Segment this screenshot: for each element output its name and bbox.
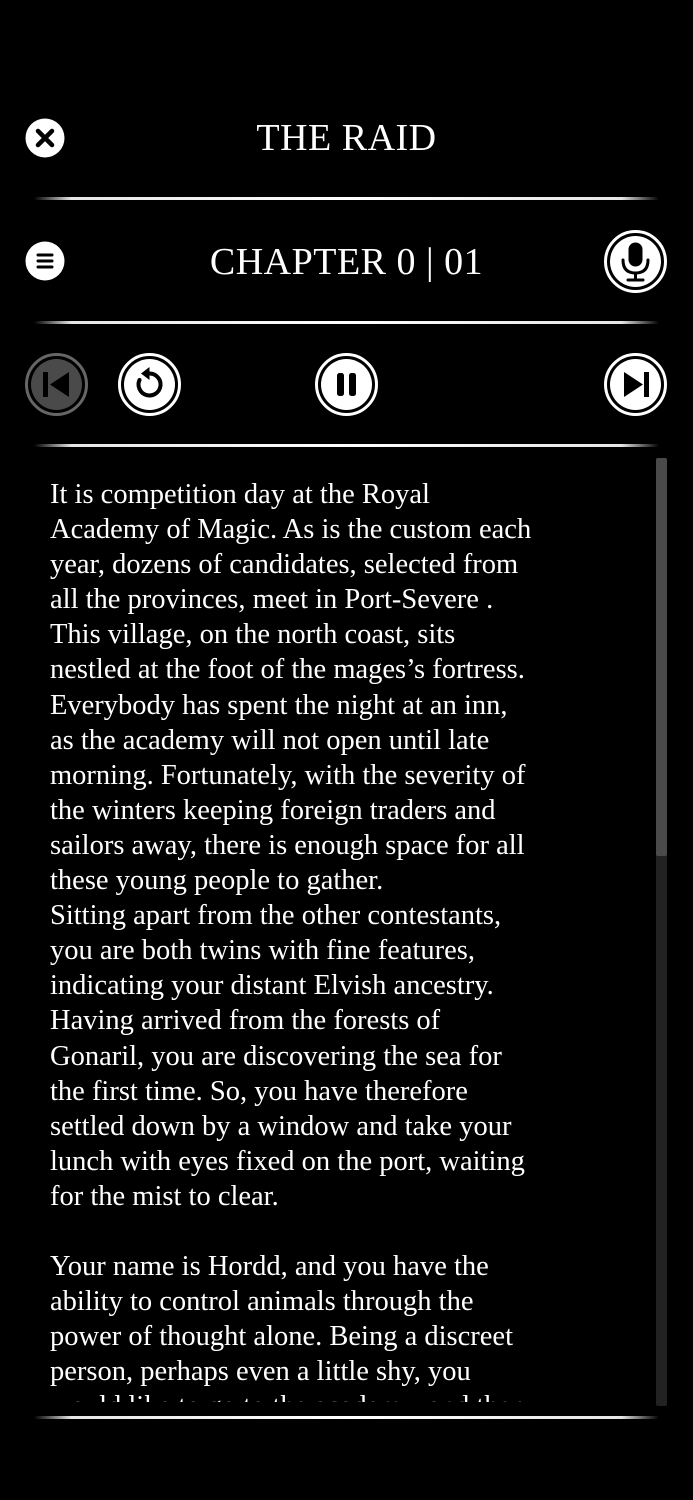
pause-icon[interactable] [315, 353, 378, 416]
footer-divider [34, 1416, 659, 1419]
microphone-icon[interactable] [604, 230, 667, 293]
replay-icon[interactable] [118, 353, 181, 416]
story-text: It is competition day at the Royal Acade… [50, 479, 532, 1402]
skip-previous-icon[interactable] [25, 353, 88, 416]
scrollbar-track[interactable] [656, 458, 667, 1406]
controls-divider [34, 444, 659, 447]
chapter-divider [34, 321, 659, 324]
skip-next-icon[interactable] [604, 353, 667, 416]
scrollbar-thumb[interactable] [656, 458, 667, 856]
story-title: THE RAID [256, 117, 437, 159]
chapter-label: CHAPTER 0 | 01 [209, 241, 484, 283]
header-divider [34, 197, 659, 200]
